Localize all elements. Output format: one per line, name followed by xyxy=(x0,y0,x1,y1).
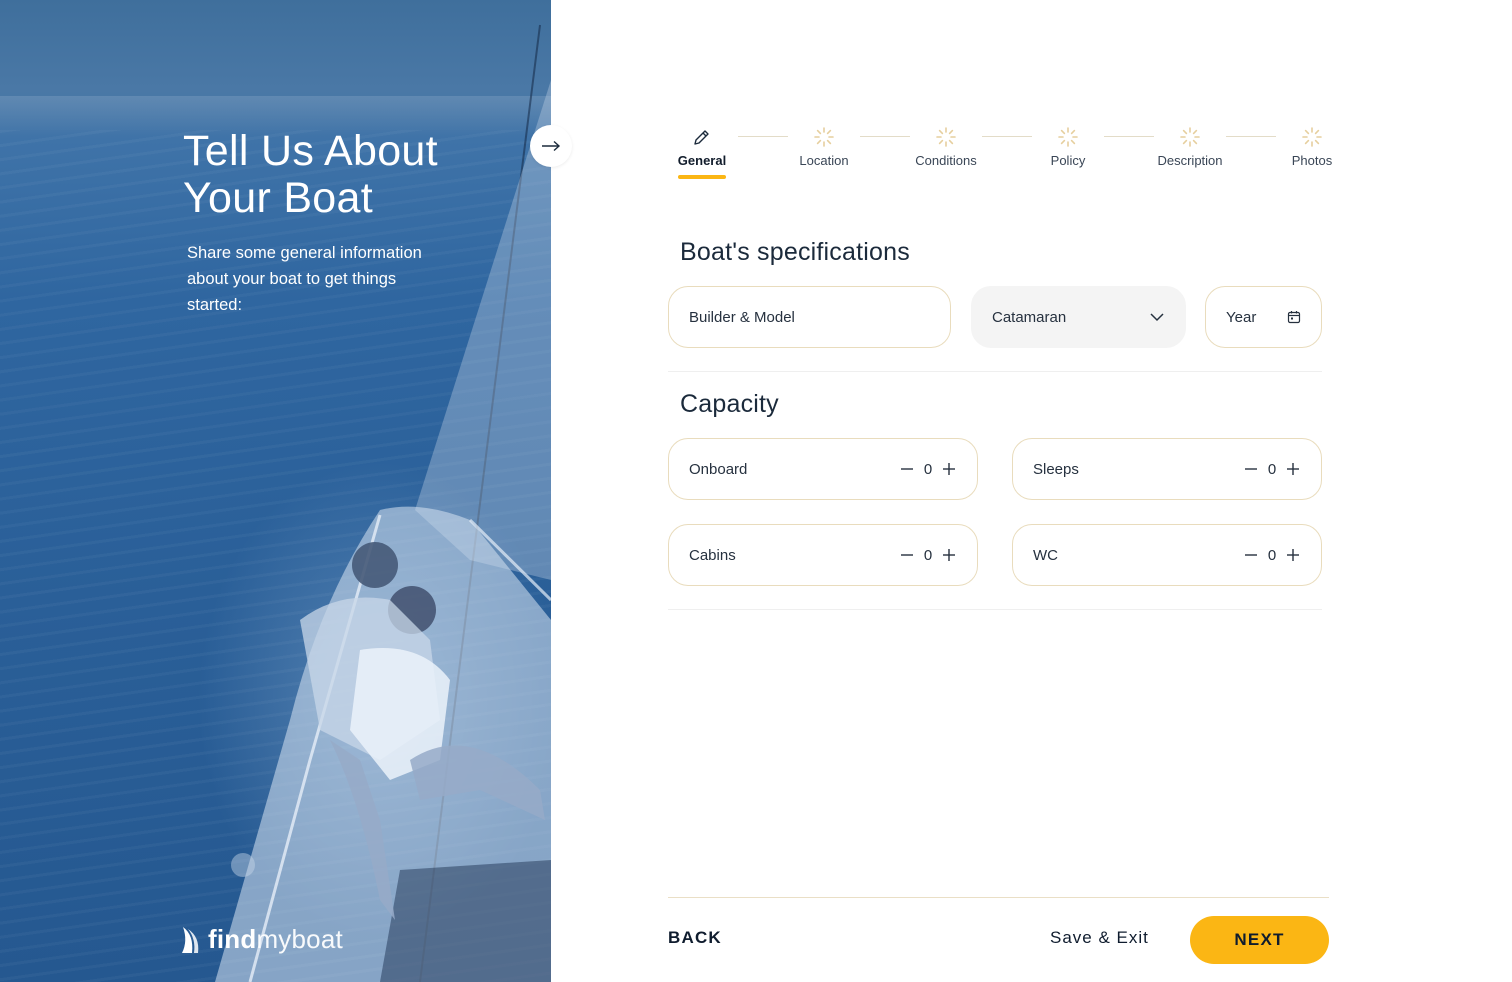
plus-icon xyxy=(1287,463,1299,475)
step-label: Photos xyxy=(1291,153,1333,168)
footer-divider xyxy=(668,897,1329,898)
decrement-button[interactable] xyxy=(1243,547,1259,563)
counter-label: Sleeps xyxy=(1033,460,1079,478)
loading-icon xyxy=(936,127,956,147)
step-label: Conditions xyxy=(915,153,977,168)
plus-icon xyxy=(943,463,955,475)
sleeps-counter: Sleeps 0 xyxy=(1012,438,1322,500)
back-button[interactable]: BACK xyxy=(668,928,722,948)
plus-icon xyxy=(943,549,955,561)
increment-button[interactable] xyxy=(1285,461,1301,477)
step-description[interactable]: Description xyxy=(1140,122,1240,168)
capacity-heading: Capacity xyxy=(680,390,779,418)
calendar-icon xyxy=(1287,311,1301,324)
next-button[interactable]: NEXT xyxy=(1190,916,1329,964)
step-label: Location xyxy=(799,153,849,168)
builder-model-field[interactable]: Builder & Model xyxy=(668,286,951,348)
sail-logo-icon xyxy=(182,926,199,953)
counter-label: Onboard xyxy=(689,460,748,478)
counter-value: 0 xyxy=(923,546,933,564)
counter-label: WC xyxy=(1033,546,1058,564)
hero-subtitle: Share some general information about you… xyxy=(187,244,422,314)
step-label: Description xyxy=(1157,153,1223,168)
specifications-heading: Boat's specifications xyxy=(680,238,910,266)
decrement-button[interactable] xyxy=(899,461,915,477)
plus-icon xyxy=(1287,549,1299,561)
step-label: General xyxy=(677,153,727,168)
year-placeholder: Year xyxy=(1226,308,1257,326)
loading-icon xyxy=(1180,127,1200,147)
step-conditions[interactable]: Conditions xyxy=(896,122,996,168)
minus-icon xyxy=(1245,554,1257,556)
counter-value: 0 xyxy=(1267,460,1277,478)
boat-type-value: Catamaran xyxy=(992,308,1067,326)
cabins-counter: Cabins 0 xyxy=(668,524,978,586)
step-label: Policy xyxy=(1050,153,1086,168)
boat-type-select[interactable]: Catamaran xyxy=(971,286,1186,348)
section-divider xyxy=(668,609,1322,610)
save-exit-button[interactable]: Save & Exit xyxy=(1050,928,1149,948)
increment-button[interactable] xyxy=(941,547,957,563)
decrement-button[interactable] xyxy=(1243,461,1259,477)
step-general[interactable]: General xyxy=(652,122,752,179)
counter-value: 0 xyxy=(923,460,933,478)
chevron-down-icon xyxy=(1150,313,1164,322)
collapse-panel-button[interactable] xyxy=(530,125,572,167)
step-location[interactable]: Location xyxy=(774,122,874,168)
minus-icon xyxy=(901,468,913,470)
hero-title: Tell Us About Your Boat xyxy=(183,127,438,222)
wizard-stepper: General Location Conditions Policy Descr… xyxy=(668,122,1348,192)
section-divider xyxy=(668,371,1322,372)
loading-icon xyxy=(1058,127,1078,147)
builder-model-placeholder: Builder & Model xyxy=(689,308,795,326)
minus-icon xyxy=(1245,468,1257,470)
increment-button[interactable] xyxy=(1285,547,1301,563)
findmyboat-logo[interactable]: findmyboat xyxy=(180,924,343,955)
counter-label: Cabins xyxy=(689,546,736,564)
step-policy[interactable]: Policy xyxy=(1018,122,1118,168)
wc-counter: WC 0 xyxy=(1012,524,1322,586)
hero-panel: Tell Us About Your Boat Share some gener… xyxy=(0,0,551,982)
arrow-right-icon xyxy=(542,140,561,152)
onboard-counter: Onboard 0 xyxy=(668,438,978,500)
pencil-icon xyxy=(694,130,709,145)
step-photos[interactable]: Photos xyxy=(1262,122,1362,168)
active-step-indicator xyxy=(678,175,726,179)
increment-button[interactable] xyxy=(941,461,957,477)
logo-text: findmyboat xyxy=(208,924,343,954)
minus-icon xyxy=(901,554,913,556)
loading-icon xyxy=(814,127,834,147)
year-field[interactable]: Year xyxy=(1205,286,1322,348)
counter-value: 0 xyxy=(1267,546,1277,564)
loading-icon xyxy=(1302,127,1322,147)
decrement-button[interactable] xyxy=(899,547,915,563)
